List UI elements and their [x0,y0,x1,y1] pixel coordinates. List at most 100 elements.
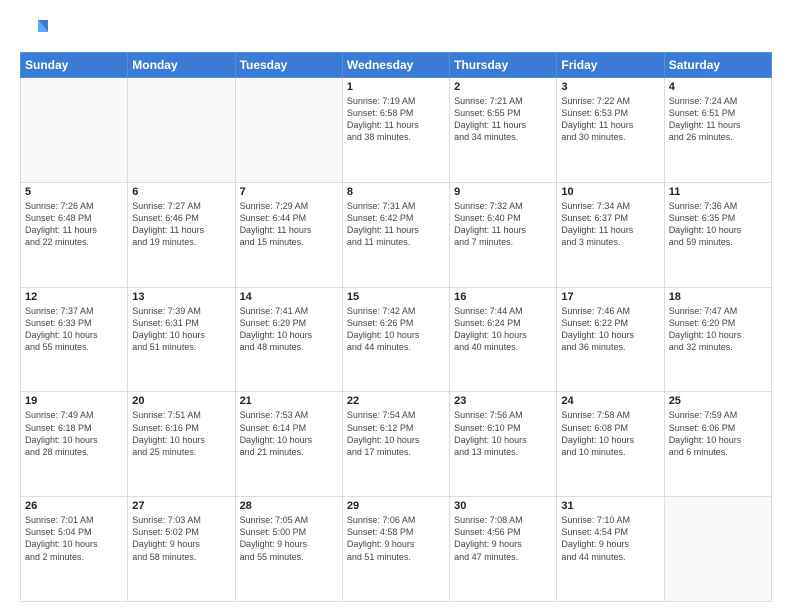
calendar-cell: 9 Sunrise: 7:32 AM Sunset: 6:40 PM Daylig… [450,182,557,287]
weekday-thursday: Thursday [450,53,557,78]
calendar-cell: 16 Sunrise: 7:44 AM Sunset: 6:24 PM Dayli… [450,287,557,392]
weekday-monday: Monday [128,53,235,78]
day-number: 31 [561,500,659,512]
day-info: Sunrise: 7:37 AM Sunset: 6:33 PM Dayligh… [25,305,123,354]
day-number: 25 [669,395,767,407]
calendar-cell: 21Sunrise: 7:53 AM Sunset: 6:14 PM Dayli… [235,392,342,497]
day-number: 22 [347,395,445,407]
calendar-cell: 13Sunrise: 7:39 AM Sunset: 6:31 PM Dayli… [128,287,235,392]
day-info: Sunrise: 7:31 AM Sunset: 6:42 PM Dayligh… [347,200,445,249]
calendar-cell: 18Sunrise: 7:47 AM Sunset: 6:20 PM Dayli… [664,287,771,392]
calendar-cell: 12 Sunrise: 7:37 AM Sunset: 6:33 PM Dayli… [21,287,128,392]
calendar-cell: 5Sunrise: 7:26 AM Sunset: 6:48 PM Daylig… [21,182,128,287]
calendar-cell [664,497,771,602]
calendar-cell [235,78,342,183]
day-info: Sunrise: 7:41 AM Sunset: 6:29 PM Dayligh… [240,305,338,354]
calendar-cell: 10 Sunrise: 7:34 AM Sunset: 6:37 PM Dayli… [557,182,664,287]
week-row-3: 19 Sunrise: 7:49 AM Sunset: 6:18 PM Dayli… [21,392,772,497]
day-number: 7 [240,186,338,198]
weekday-wednesday: Wednesday [342,53,449,78]
calendar-cell: 20 Sunrise: 7:51 AM Sunset: 6:16 PM Dayli… [128,392,235,497]
day-info: Sunrise: 7:10 AM Sunset: 4:54 PM Dayligh… [561,514,659,563]
logo [20,16,52,44]
day-info: Sunrise: 7:06 AM Sunset: 4:58 PM Dayligh… [347,514,445,563]
day-info: Sunrise: 7:53 AM Sunset: 6:14 PM Dayligh… [240,409,338,458]
day-info: Sunrise: 7:59 AM Sunset: 6:06 PM Dayligh… [669,409,767,458]
day-info: Sunrise: 7:22 AM Sunset: 6:53 PM Dayligh… [561,95,659,144]
day-number: 2 [454,81,552,93]
day-info: Sunrise: 7:42 AM Sunset: 6:26 PM Dayligh… [347,305,445,354]
day-info: Sunrise: 7:29 AM Sunset: 6:44 PM Dayligh… [240,200,338,249]
calendar-cell: 6 Sunrise: 7:27 AM Sunset: 6:46 PM Daylig… [128,182,235,287]
calendar-cell: 26 Sunrise: 7:01 AM Sunset: 5:04 PM Dayli… [21,497,128,602]
weekday-header-row: SundayMondayTuesdayWednesdayThursdayFrid… [21,53,772,78]
day-number: 3 [561,81,659,93]
day-number: 10 [561,186,659,198]
day-info: Sunrise: 7:24 AM Sunset: 6:51 PM Dayligh… [669,95,767,144]
calendar-cell: 31 Sunrise: 7:10 AM Sunset: 4:54 PM Dayli… [557,497,664,602]
day-info: Sunrise: 7:46 AM Sunset: 6:22 PM Dayligh… [561,305,659,354]
week-row-0: 1Sunrise: 7:19 AM Sunset: 6:58 PM Daylig… [21,78,772,183]
calendar-cell: 28 Sunrise: 7:05 AM Sunset: 5:00 PM Dayli… [235,497,342,602]
week-row-4: 26 Sunrise: 7:01 AM Sunset: 5:04 PM Dayli… [21,497,772,602]
day-number: 26 [25,500,123,512]
day-number: 6 [132,186,230,198]
page: SundayMondayTuesdayWednesdayThursdayFrid… [0,0,792,612]
calendar-cell: 24 Sunrise: 7:58 AM Sunset: 6:08 PM Dayli… [557,392,664,497]
day-number: 11 [669,186,767,198]
day-info: Sunrise: 7:34 AM Sunset: 6:37 PM Dayligh… [561,200,659,249]
weekday-saturday: Saturday [664,53,771,78]
day-info: Sunrise: 7:05 AM Sunset: 5:00 PM Dayligh… [240,514,338,563]
day-number: 20 [132,395,230,407]
day-number: 1 [347,81,445,93]
day-info: Sunrise: 7:49 AM Sunset: 6:18 PM Dayligh… [25,409,123,458]
day-number: 15 [347,291,445,303]
day-info: Sunrise: 7:58 AM Sunset: 6:08 PM Dayligh… [561,409,659,458]
calendar-cell: 2 Sunrise: 7:21 AM Sunset: 6:55 PM Daylig… [450,78,557,183]
day-number: 24 [561,395,659,407]
calendar-cell: 29 Sunrise: 7:06 AM Sunset: 4:58 PM Dayli… [342,497,449,602]
day-number: 14 [240,291,338,303]
day-info: Sunrise: 7:21 AM Sunset: 6:55 PM Dayligh… [454,95,552,144]
day-info: Sunrise: 7:51 AM Sunset: 6:16 PM Dayligh… [132,409,230,458]
day-info: Sunrise: 7:56 AM Sunset: 6:10 PM Dayligh… [454,409,552,458]
calendar-cell: 7 Sunrise: 7:29 AM Sunset: 6:44 PM Daylig… [235,182,342,287]
calendar-cell: 27Sunrise: 7:03 AM Sunset: 5:02 PM Dayli… [128,497,235,602]
calendar-cell: 1Sunrise: 7:19 AM Sunset: 6:58 PM Daylig… [342,78,449,183]
day-info: Sunrise: 7:44 AM Sunset: 6:24 PM Dayligh… [454,305,552,354]
day-number: 17 [561,291,659,303]
day-number: 27 [132,500,230,512]
calendar-cell: 23Sunrise: 7:56 AM Sunset: 6:10 PM Dayli… [450,392,557,497]
day-info: Sunrise: 7:54 AM Sunset: 6:12 PM Dayligh… [347,409,445,458]
day-info: Sunrise: 7:39 AM Sunset: 6:31 PM Dayligh… [132,305,230,354]
week-row-2: 12 Sunrise: 7:37 AM Sunset: 6:33 PM Dayli… [21,287,772,392]
calendar-cell: 8 Sunrise: 7:31 AM Sunset: 6:42 PM Daylig… [342,182,449,287]
day-info: Sunrise: 7:36 AM Sunset: 6:35 PM Dayligh… [669,200,767,249]
day-number: 16 [454,291,552,303]
day-number: 28 [240,500,338,512]
day-info: Sunrise: 7:32 AM Sunset: 6:40 PM Dayligh… [454,200,552,249]
day-number: 30 [454,500,552,512]
week-row-1: 5Sunrise: 7:26 AM Sunset: 6:48 PM Daylig… [21,182,772,287]
day-info: Sunrise: 7:27 AM Sunset: 6:46 PM Dayligh… [132,200,230,249]
day-number: 9 [454,186,552,198]
calendar-cell [21,78,128,183]
weekday-sunday: Sunday [21,53,128,78]
calendar-cell: 14 Sunrise: 7:41 AM Sunset: 6:29 PM Dayli… [235,287,342,392]
calendar-cell: 17 Sunrise: 7:46 AM Sunset: 6:22 PM Dayli… [557,287,664,392]
calendar-cell: 25 Sunrise: 7:59 AM Sunset: 6:06 PM Dayli… [664,392,771,497]
day-number: 4 [669,81,767,93]
day-number: 8 [347,186,445,198]
weekday-friday: Friday [557,53,664,78]
day-number: 12 [25,291,123,303]
calendar-cell: 3 Sunrise: 7:22 AM Sunset: 6:53 PM Daylig… [557,78,664,183]
day-number: 19 [25,395,123,407]
day-number: 18 [669,291,767,303]
day-info: Sunrise: 7:26 AM Sunset: 6:48 PM Dayligh… [25,200,123,249]
calendar-cell: 30 Sunrise: 7:08 AM Sunset: 4:56 PM Dayli… [450,497,557,602]
day-number: 29 [347,500,445,512]
calendar: SundayMondayTuesdayWednesdayThursdayFrid… [20,52,772,602]
header [20,16,772,44]
day-info: Sunrise: 7:01 AM Sunset: 5:04 PM Dayligh… [25,514,123,563]
day-info: Sunrise: 7:08 AM Sunset: 4:56 PM Dayligh… [454,514,552,563]
